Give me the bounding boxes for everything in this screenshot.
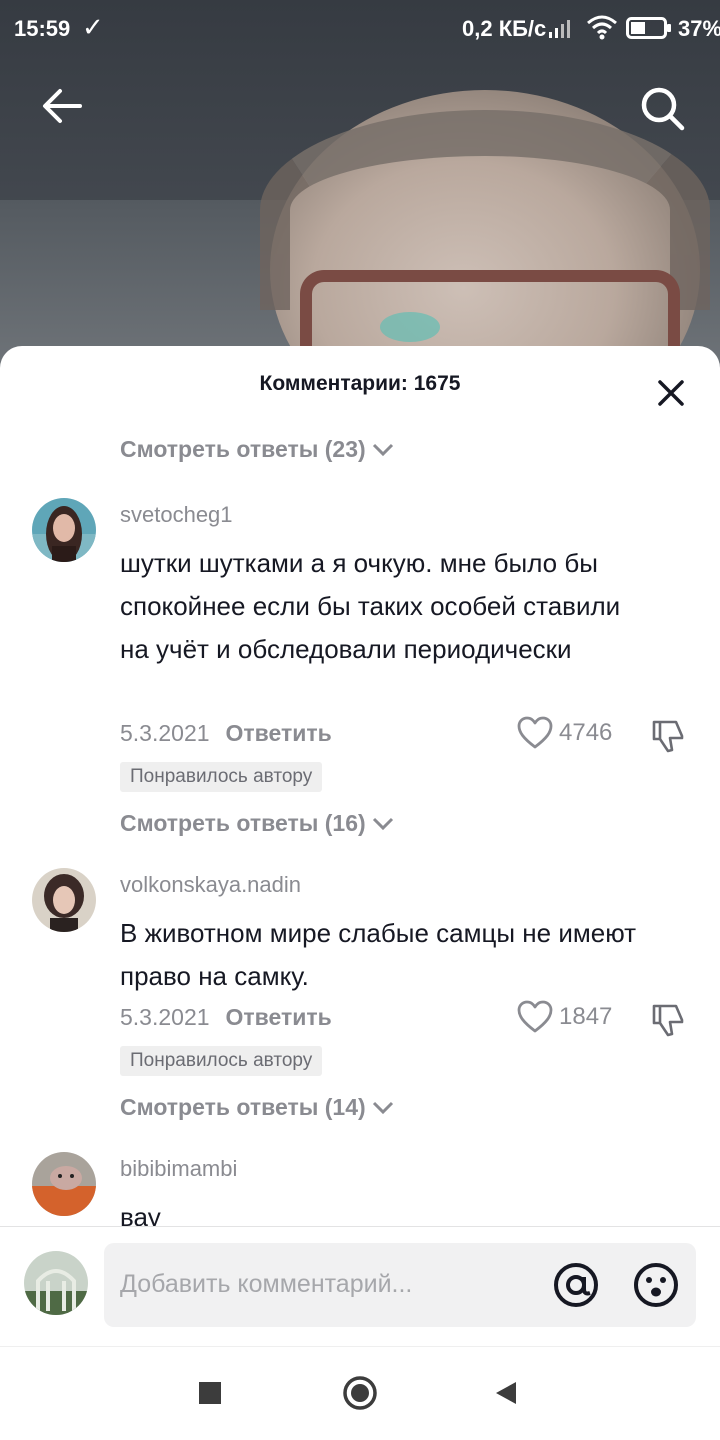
mention-icon[interactable] — [552, 1261, 600, 1309]
view-replies-button[interactable]: Смотреть ответы (14) — [120, 1094, 394, 1121]
signal-icon — [549, 20, 570, 38]
wifi-icon — [587, 15, 617, 40]
battery-percent: 37% — [678, 16, 720, 41]
like-button[interactable]: 4746 — [517, 716, 612, 750]
like-count: 4746 — [559, 719, 613, 746]
comment-username[interactable]: bibibimambi — [120, 1156, 237, 1182]
close-icon[interactable] — [656, 378, 686, 408]
comment-text: шутки шутками а я очкую. мне было бы спо… — [120, 548, 621, 664]
comment-meta: 5.3.2021 Ответить — [120, 1004, 332, 1031]
comment-username[interactable]: svetocheg1 — [120, 502, 233, 528]
comment-text: вау — [120, 1202, 161, 1226]
search-icon[interactable] — [638, 84, 686, 132]
comment-meta: 5.3.2021 Ответить — [120, 720, 332, 747]
comment-date: 5.3.2021 — [120, 720, 210, 746]
liked-by-creator-badge: Понравилось автору — [120, 1046, 323, 1076]
reply-button[interactable]: Ответить — [226, 1004, 332, 1030]
dislike-icon[interactable] — [650, 1002, 686, 1038]
avatar[interactable] — [32, 1152, 96, 1216]
view-replies-label: Смотреть ответы (14) — [120, 1094, 366, 1120]
chevron-down-icon — [372, 1101, 393, 1114]
comment-input-placeholder: Добавить комментарий... — [120, 1270, 413, 1298]
comment-item: bibibimambi вау — [0, 1152, 720, 1226]
download-done-icon: ✓ — [82, 12, 104, 42]
video-background — [0, 0, 720, 380]
system-navigation-bar — [0, 1346, 720, 1440]
view-replies-button[interactable]: Смотреть ответы (23) — [120, 436, 394, 463]
view-replies-label: Смотреть ответы (23) — [120, 436, 366, 462]
heart-icon — [517, 1000, 553, 1033]
view-replies-label: Смотреть ответы (16) — [120, 810, 366, 836]
chevron-down-icon — [372, 443, 393, 456]
comments-sheet: Комментарии: 1675 Смотреть ответы (23) s… — [0, 346, 720, 1440]
comments-title: Комментарии: 1675 — [259, 372, 461, 395]
dislike-icon[interactable] — [650, 718, 686, 754]
battery-icon — [626, 17, 671, 39]
reply-button[interactable]: Ответить — [226, 720, 332, 746]
user-avatar — [24, 1251, 88, 1315]
home-button[interactable] — [342, 1375, 378, 1411]
comment-input[interactable]: Добавить комментарий... — [104, 1243, 696, 1327]
comment-item: volkonskaya.nadin В животном мире слабые… — [0, 868, 720, 1168]
back-button[interactable] — [494, 1380, 518, 1406]
status-time: 15:59 — [14, 16, 71, 41]
status-bar: 15:59 ✓ 0,2 КБ/с 37% — [0, 0, 720, 56]
comment-item: svetocheg1 шутки шутками а я очкую. мне … — [0, 498, 720, 836]
recents-button[interactable] — [199, 1382, 221, 1404]
liked-by-creator-badge: Понравилось автору — [120, 762, 323, 792]
view-replies-button[interactable]: Смотреть ответы (16) — [120, 810, 394, 837]
heart-icon — [517, 716, 553, 749]
back-arrow-icon[interactable] — [40, 84, 84, 128]
like-count: 1847 — [559, 1003, 613, 1030]
comment-input-bar: Добавить комментарий... — [0, 1226, 720, 1346]
video-lens-glint — [380, 312, 440, 342]
comment-date: 5.3.2021 — [120, 1004, 210, 1030]
network-speed: 0,2 КБ/с — [462, 16, 547, 41]
comment-username[interactable]: volkonskaya.nadin — [120, 872, 301, 898]
like-button[interactable]: 1847 — [517, 1000, 612, 1034]
chevron-down-icon — [372, 817, 393, 830]
comment-text: В животном мире слабые самцы не имеют пр… — [120, 918, 637, 991]
avatar[interactable] — [32, 868, 96, 932]
comments-list[interactable]: Смотреть ответы (23) svetocheg1 шутки шу… — [0, 426, 720, 1226]
avatar[interactable] — [32, 498, 96, 562]
emoji-icon[interactable] — [632, 1261, 680, 1309]
